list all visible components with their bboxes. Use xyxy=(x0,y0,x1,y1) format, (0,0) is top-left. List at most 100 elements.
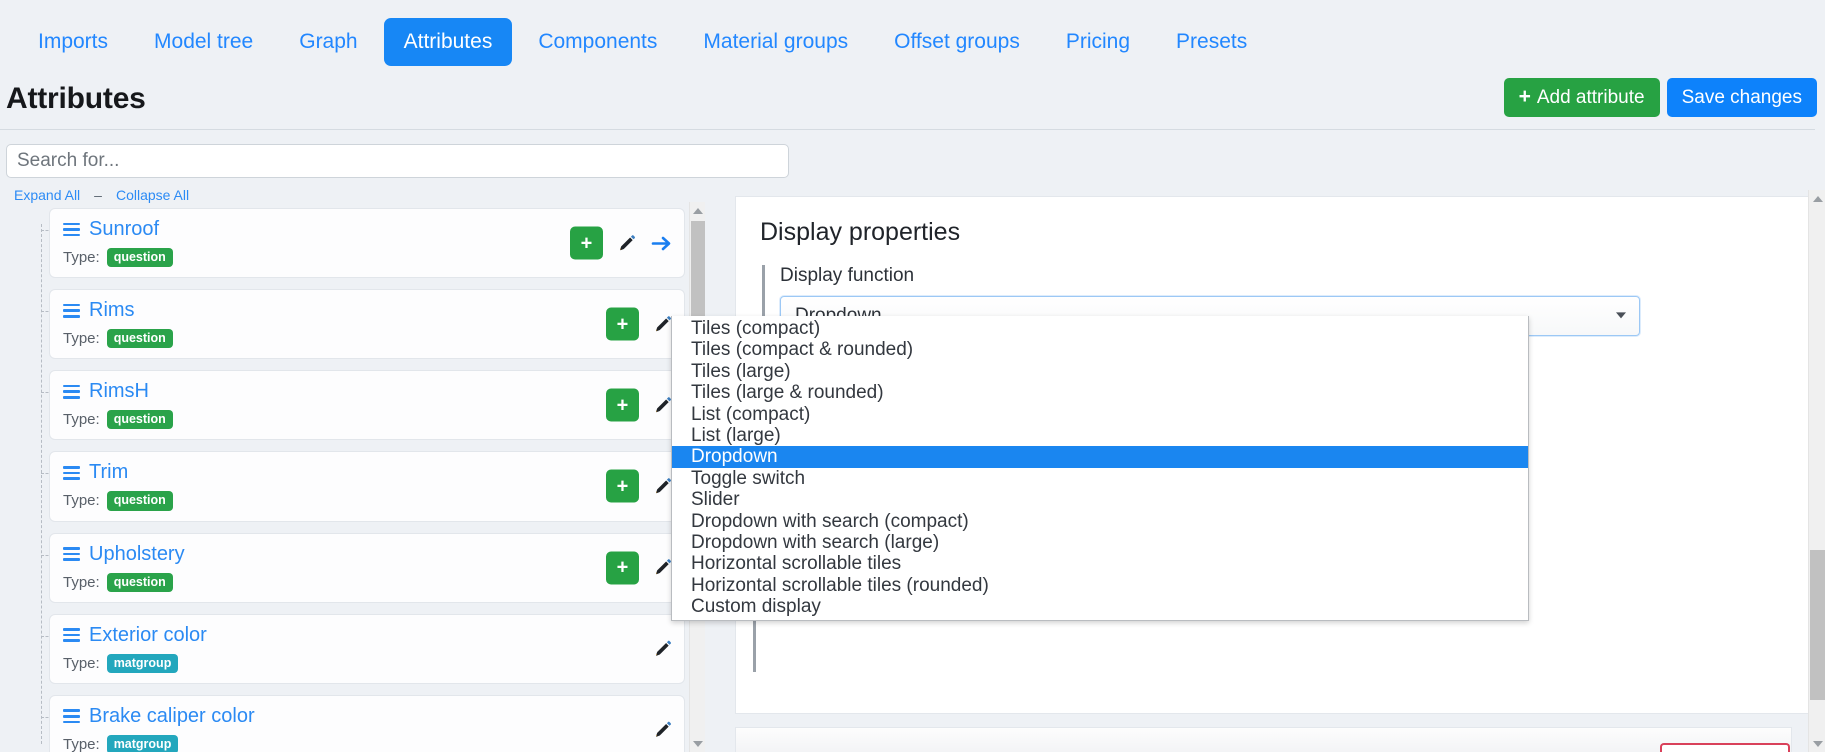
type-label: Type: xyxy=(63,573,100,591)
option-item[interactable]: List (compact) xyxy=(672,404,1528,425)
tree-node-upholstery[interactable]: Upholstery Type: question + xyxy=(41,532,685,603)
node-type-row: Type: matgroup xyxy=(63,653,672,673)
tree-node-rimsh[interactable]: RimsH Type: question + xyxy=(41,370,685,441)
search-area xyxy=(0,130,1825,178)
option-item[interactable]: Custom display xyxy=(672,596,1528,617)
detail-footer-strip xyxy=(735,727,1792,752)
edit-pencil-icon[interactable] xyxy=(653,314,673,334)
drag-handle-icon[interactable] xyxy=(63,628,80,643)
drag-handle-icon[interactable] xyxy=(63,547,80,561)
display-function-option-list[interactable]: Tiles (compact) Tiles (compact & rounded… xyxy=(671,316,1529,622)
add-child-button[interactable]: + xyxy=(606,551,639,585)
option-item[interactable]: Tiles (large) xyxy=(672,361,1528,382)
option-item[interactable]: Tiles (compact & rounded) xyxy=(672,339,1528,360)
node-actions: + xyxy=(606,307,673,341)
chevron-down-icon xyxy=(1616,311,1626,318)
nav-tab-model-tree[interactable]: Model tree xyxy=(134,18,273,65)
goto-arrow-icon[interactable] xyxy=(651,233,673,253)
edit-pencil-icon[interactable] xyxy=(653,639,673,659)
option-item[interactable]: Toggle switch xyxy=(672,468,1528,489)
detail-heading: Display properties xyxy=(760,218,961,246)
node-header[interactable]: RimsH xyxy=(63,380,672,403)
add-attribute-label: Add attribute xyxy=(1536,87,1645,108)
type-badge: question xyxy=(106,329,173,349)
nav-tab-offset-groups[interactable]: Offset groups xyxy=(874,18,1040,65)
type-label: Type: xyxy=(63,411,100,429)
add-attribute-button[interactable]: + Add attribute xyxy=(1503,78,1660,117)
drag-handle-icon[interactable] xyxy=(63,709,80,724)
page-scrollbar-thumb[interactable] xyxy=(1810,550,1825,700)
nav-tab-graph[interactable]: Graph xyxy=(279,18,377,65)
drag-handle-icon[interactable] xyxy=(63,465,80,480)
node-type-row: Type: question xyxy=(63,491,672,511)
option-item[interactable]: Tiles (compact) xyxy=(672,318,1528,339)
node-actions: + xyxy=(606,469,673,503)
type-label: Type: xyxy=(63,249,100,267)
node-type-row: Type: question xyxy=(63,410,672,430)
plus-icon: + xyxy=(1518,85,1531,108)
nav-tab-material-groups[interactable]: Material groups xyxy=(683,18,868,65)
nav-tab-components[interactable]: Components xyxy=(518,18,677,65)
node-header[interactable]: Exterior color xyxy=(63,624,672,647)
scroll-up-arrow[interactable] xyxy=(690,202,706,219)
node-name: Brake caliper color xyxy=(89,704,255,727)
option-item[interactable]: Slider xyxy=(672,489,1528,510)
option-item[interactable]: Dropdown with search (large) xyxy=(672,532,1528,553)
node-header[interactable]: Brake caliper color xyxy=(63,705,672,728)
scroll-down-arrow[interactable] xyxy=(690,735,706,752)
option-item-selected[interactable]: Dropdown xyxy=(672,446,1528,468)
edit-pencil-icon[interactable] xyxy=(653,395,673,415)
option-item[interactable]: Tiles (large & rounded) xyxy=(672,382,1528,403)
node-actions: + xyxy=(606,551,673,585)
attributes-page: Imports Model tree Graph Attributes Comp… xyxy=(0,0,1825,752)
node-name: Rims xyxy=(89,299,135,322)
type-label: Type: xyxy=(63,330,100,348)
add-child-button[interactable]: + xyxy=(606,307,639,341)
type-badge: question xyxy=(106,572,173,592)
drag-handle-icon[interactable] xyxy=(63,222,80,237)
attribute-tree-list: Sunroof Type: question + Rims Type: ques… xyxy=(0,202,705,752)
type-label: Type: xyxy=(63,735,100,752)
tree-connector-line xyxy=(41,224,42,744)
node-header[interactable]: Upholstery xyxy=(63,543,672,566)
page-scroll-down-arrow[interactable] xyxy=(1809,735,1825,752)
edit-pencil-icon[interactable] xyxy=(653,720,673,740)
tree-node-sunroof[interactable]: Sunroof Type: question + xyxy=(41,208,685,279)
option-item[interactable]: List (large) xyxy=(672,425,1528,446)
edit-pencil-icon[interactable] xyxy=(653,476,673,496)
option-item[interactable]: Dropdown with search (compact) xyxy=(672,511,1528,532)
save-changes-button[interactable]: Save changes xyxy=(1666,78,1817,117)
tree-node-rims[interactable]: Rims Type: question + xyxy=(41,289,685,360)
type-badge: matgroup xyxy=(106,653,179,673)
node-header[interactable]: Rims xyxy=(63,299,672,322)
page-title: Attributes xyxy=(6,82,146,115)
page-scrollbar[interactable] xyxy=(1808,190,1825,752)
drag-handle-icon[interactable] xyxy=(63,384,80,399)
node-header[interactable]: Trim xyxy=(63,461,672,484)
node-actions xyxy=(653,639,673,659)
tree-node-trim[interactable]: Trim Type: question + xyxy=(41,451,685,522)
nav-tab-pricing[interactable]: Pricing xyxy=(1046,18,1150,65)
add-child-button[interactable]: + xyxy=(606,388,639,422)
drag-handle-icon[interactable] xyxy=(63,303,80,318)
edit-pencil-icon[interactable] xyxy=(617,233,637,253)
nav-tab-attributes[interactable]: Attributes xyxy=(383,18,513,66)
page-scroll-up-arrow[interactable] xyxy=(1809,190,1825,207)
node-name: RimsH xyxy=(89,380,149,403)
add-child-button[interactable]: + xyxy=(570,226,603,260)
tree-node-exterior-color[interactable]: Exterior color Type: matgroup xyxy=(41,613,685,684)
search-input[interactable] xyxy=(6,144,789,178)
tree-node-brake-caliper-color[interactable]: Brake caliper color Type: matgroup xyxy=(41,694,685,752)
nav-tab-presets[interactable]: Presets xyxy=(1156,18,1267,65)
add-child-button[interactable]: + xyxy=(606,469,639,503)
node-name: Trim xyxy=(89,461,129,484)
type-label: Type: xyxy=(63,492,100,510)
node-name: Exterior color xyxy=(89,623,207,646)
option-item[interactable]: Horizontal scrollable tiles (rounded) xyxy=(672,575,1528,596)
edit-pencil-icon[interactable] xyxy=(653,558,673,578)
delete-button-partial[interactable] xyxy=(1660,743,1790,752)
type-badge: question xyxy=(106,248,173,268)
type-badge: question xyxy=(106,491,173,511)
option-item[interactable]: Horizontal scrollable tiles xyxy=(672,553,1528,574)
nav-tab-imports[interactable]: Imports xyxy=(18,18,128,65)
